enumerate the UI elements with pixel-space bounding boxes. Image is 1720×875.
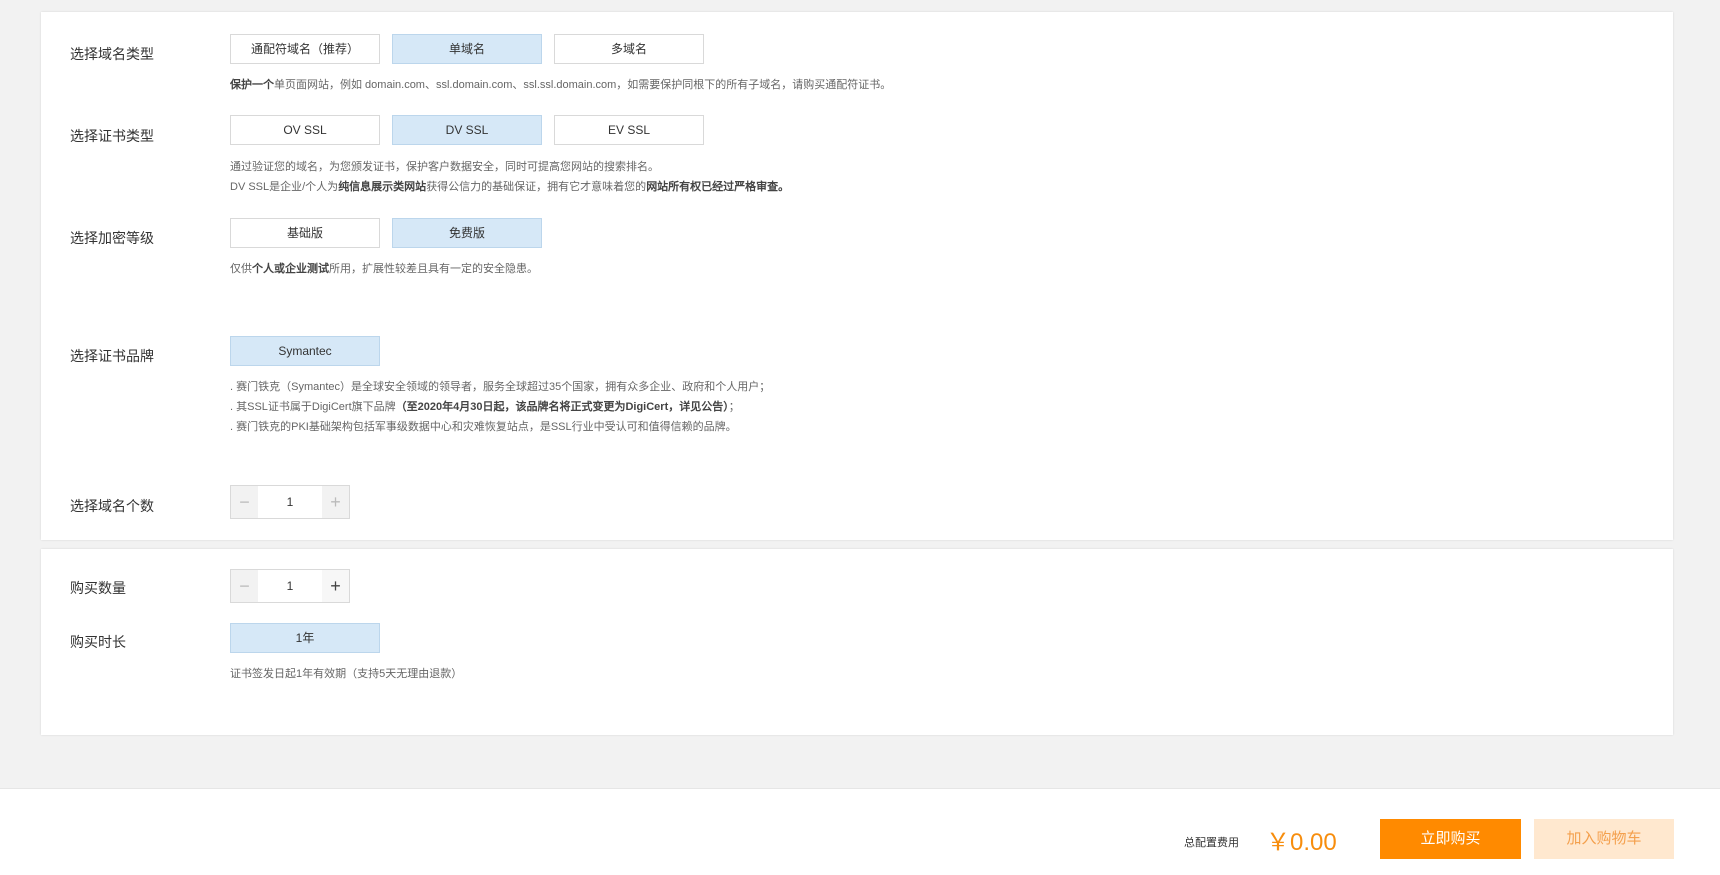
brand-label: 选择证书品牌 xyxy=(70,348,154,364)
total-price: ￥0.00 xyxy=(1266,829,1337,856)
encryption-description: 仅供个人或企业测试所用，扩展性较差且具有一定的安全隐患。 xyxy=(230,263,538,275)
domain-count-stepper: − 1 + xyxy=(230,485,350,519)
purchase-panel: 购买数量 − 1 + 购买时长 1年 证书签发日起1年有效期（支持5天无理由退款… xyxy=(41,549,1673,735)
encryption-basic[interactable]: 基础版 xyxy=(230,218,380,248)
encryption-level-label: 选择加密等级 xyxy=(70,230,154,246)
cert-type-ov[interactable]: OV SSL xyxy=(230,115,380,145)
purchase-qty-value[interactable]: 1 xyxy=(258,570,322,602)
cert-type-dv[interactable]: DV SSL xyxy=(392,115,542,145)
brand-description: . 赛门铁克（Symantec）是全球安全领域的领导者，服务全球超过35个国家，… xyxy=(230,381,771,433)
cert-type-label: 选择证书类型 xyxy=(70,128,154,144)
duration-description: 证书签发日起1年有效期（支持5天无理由退款） xyxy=(230,668,463,680)
domain-count-value[interactable]: 1 xyxy=(258,486,322,518)
brand-symantec[interactable]: Symantec xyxy=(230,336,380,366)
cert-type-description: 通过验证您的域名，为您颁发证书，保护客户数据安全，同时可提高您网站的搜索排名。 … xyxy=(230,161,790,193)
total-cost-label: 总配置费用 xyxy=(1184,837,1239,849)
domain-type-multi[interactable]: 多域名 xyxy=(554,34,704,64)
duration-1-year[interactable]: 1年 xyxy=(230,623,380,653)
purchase-qty-label: 购买数量 xyxy=(70,580,126,596)
domain-type-description: 保护一个单页面网站，例如 domain.com、ssl.domain.com、s… xyxy=(230,79,892,91)
domain-count-plus-button[interactable]: + xyxy=(322,486,349,518)
config-panel: 选择域名类型 通配符域名（推荐） 单域名 多域名 保护一个单页面网站，例如 do… xyxy=(41,12,1673,540)
purchase-duration-label: 购买时长 xyxy=(70,634,126,650)
encryption-free[interactable]: 免费版 xyxy=(392,218,542,248)
domain-type-label: 选择域名类型 xyxy=(70,46,154,62)
domain-type-wildcard[interactable]: 通配符域名（推荐） xyxy=(230,34,380,64)
purchase-qty-minus-button[interactable]: − xyxy=(231,570,258,602)
purchase-qty-plus-button[interactable]: + xyxy=(322,570,349,602)
domain-count-minus-button[interactable]: − xyxy=(231,486,258,518)
add-to-cart-button[interactable]: 加入购物车 xyxy=(1534,819,1674,859)
buy-now-button[interactable]: 立即购买 xyxy=(1380,819,1521,859)
cert-type-ev[interactable]: EV SSL xyxy=(554,115,704,145)
checkout-footer: 总配置费用 ￥0.00 立即购买 加入购物车 xyxy=(0,789,1720,875)
purchase-qty-stepper: − 1 + xyxy=(230,569,350,603)
domain-count-label: 选择域名个数 xyxy=(70,498,154,514)
domain-type-single[interactable]: 单域名 xyxy=(392,34,542,64)
